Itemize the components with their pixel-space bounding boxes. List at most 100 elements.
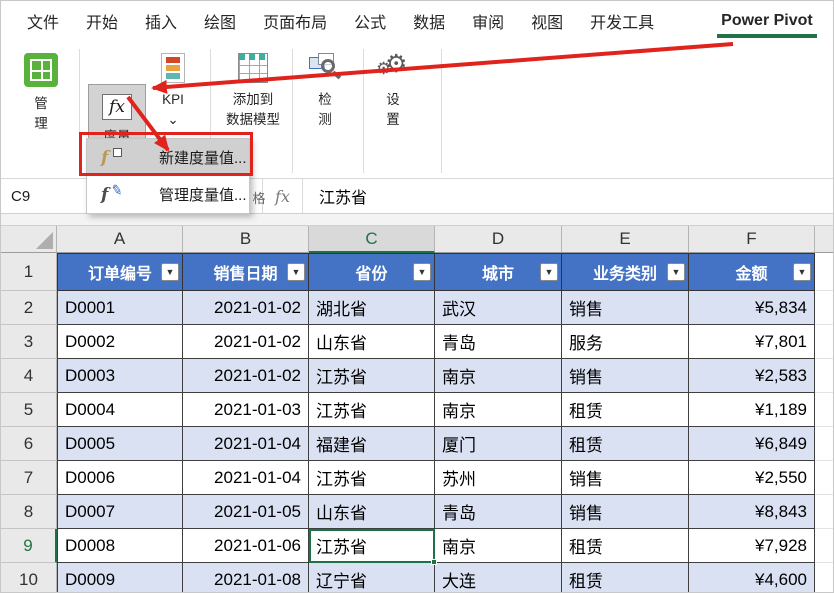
cell-E4[interactable]: 销售 <box>562 359 689 393</box>
tab-data[interactable]: 数据 <box>401 1 457 41</box>
cell-E6[interactable]: 租赁 <box>562 427 689 461</box>
cell-B5[interactable]: 2021-01-03 <box>183 393 309 427</box>
row-header-5[interactable]: 5 <box>1 393 57 427</box>
tab-insert[interactable]: 插入 <box>133 1 189 41</box>
row-header-10[interactable]: 10 <box>1 563 57 592</box>
cell-B2[interactable]: 2021-01-02 <box>183 291 309 325</box>
cell-B6[interactable]: 2021-01-04 <box>183 427 309 461</box>
cell-A5[interactable]: D0004 <box>57 393 183 427</box>
cell-F8[interactable]: ¥8,843 <box>689 495 815 529</box>
row-header-1[interactable]: 1 <box>1 253 57 291</box>
row-partial-cell <box>815 529 833 563</box>
cell-E8[interactable]: 销售 <box>562 495 689 529</box>
filter-button-F[interactable]: ▼ <box>793 263 811 281</box>
tab-power-pivot[interactable]: Power Pivot <box>709 1 825 41</box>
col-header-A[interactable]: A <box>57 226 183 253</box>
row-header-6[interactable]: 6 <box>1 427 57 461</box>
cell-F9[interactable]: ¥7,928 <box>689 529 815 563</box>
cell-F7[interactable]: ¥2,550 <box>689 461 815 495</box>
header-cell-E: 业务类别 ▼ <box>562 253 689 291</box>
cell-C7[interactable]: 江苏省 <box>309 461 435 495</box>
row-header-3[interactable]: 3 <box>1 325 57 359</box>
cell-C9[interactable]: 江苏省 <box>309 529 437 565</box>
cell-C3[interactable]: 山东省 <box>309 325 435 359</box>
cell-B10[interactable]: 2021-01-08 <box>183 563 309 592</box>
cell-F2[interactable]: ¥5,834 <box>689 291 815 325</box>
cell-B3[interactable]: 2021-01-02 <box>183 325 309 359</box>
cell-D10[interactable]: 大连 <box>435 563 562 592</box>
filter-button-E[interactable]: ▼ <box>667 263 685 281</box>
cell-E9[interactable]: 租赁 <box>562 529 689 563</box>
cell-C8[interactable]: 山东省 <box>309 495 435 529</box>
cell-A3[interactable]: D0002 <box>57 325 183 359</box>
cell-E3[interactable]: 服务 <box>562 325 689 359</box>
cell-A4[interactable]: D0003 <box>57 359 183 393</box>
col-header-E[interactable]: E <box>562 226 689 253</box>
tab-draw[interactable]: 绘图 <box>192 1 248 41</box>
table-row-2: 2 D0001 2021-01-02 湖北省 武汉 销售 ¥5,834 <box>1 291 833 325</box>
cell-D9[interactable]: 南京 <box>435 529 562 563</box>
tab-formulas[interactable]: 公式 <box>342 1 398 41</box>
col-header-partial <box>815 226 833 253</box>
cell-C4[interactable]: 江苏省 <box>309 359 435 393</box>
cell-D7[interactable]: 苏州 <box>435 461 562 495</box>
cell-C5[interactable]: 江苏省 <box>309 393 435 427</box>
cell-C6[interactable]: 福建省 <box>309 427 435 461</box>
cell-E5[interactable]: 租赁 <box>562 393 689 427</box>
row-header-4[interactable]: 4 <box>1 359 57 393</box>
cell-D3[interactable]: 青岛 <box>435 325 562 359</box>
cell-F10[interactable]: ¥4,600 <box>689 563 815 592</box>
cell-F6[interactable]: ¥6,849 <box>689 427 815 461</box>
row-header-8[interactable]: 8 <box>1 495 57 529</box>
menu-item-manage-measures[interactable]: f ✎ 管理度量值... <box>87 176 249 213</box>
cell-D2[interactable]: 武汉 <box>435 291 562 325</box>
tab-view[interactable]: 视图 <box>519 1 575 41</box>
cell-F4[interactable]: ¥2,583 <box>689 359 815 393</box>
cell-D4[interactable]: 南京 <box>435 359 562 393</box>
cell-B9[interactable]: 2021-01-06 <box>183 529 309 563</box>
cell-D8[interactable]: 青岛 <box>435 495 562 529</box>
row-header-7[interactable]: 7 <box>1 461 57 495</box>
select-all-corner[interactable] <box>1 226 57 253</box>
tab-developer[interactable]: 开发工具 <box>578 1 666 41</box>
excel-window: 文件 开始 插入 绘图 页面布局 公式 数据 审阅 视图 开发工具 Power Pivot 管理 f… <box>0 0 834 593</box>
detect-button[interactable]: 检测 <box>297 46 353 179</box>
tab-review[interactable]: 审阅 <box>460 1 516 41</box>
cell-B8[interactable]: 2021-01-05 <box>183 495 309 529</box>
filter-button-B[interactable]: ▼ <box>287 263 305 281</box>
cell-E2[interactable]: 销售 <box>562 291 689 325</box>
cell-B7[interactable]: 2021-01-04 <box>183 461 309 495</box>
row-header-9[interactable]: 9 <box>1 529 57 563</box>
col-header-F[interactable]: F <box>689 226 815 253</box>
cell-C2[interactable]: 湖北省 <box>309 291 435 325</box>
cell-A8[interactable]: D0007 <box>57 495 183 529</box>
cell-F3[interactable]: ¥7,801 <box>689 325 815 359</box>
cell-A6[interactable]: D0005 <box>57 427 183 461</box>
cell-F5[interactable]: ¥1,189 <box>689 393 815 427</box>
cell-D6[interactable]: 厦门 <box>435 427 562 461</box>
cell-A2[interactable]: D0001 <box>57 291 183 325</box>
formula-input[interactable]: 江苏省 <box>303 179 833 213</box>
selection-fill-handle[interactable] <box>431 559 437 565</box>
cell-E10[interactable]: 租赁 <box>562 563 689 592</box>
filter-button-A[interactable]: ▼ <box>161 263 179 281</box>
settings-button[interactable]: ⚙ ⚙ 设置 <box>367 46 419 179</box>
cell-E7[interactable]: 销售 <box>562 461 689 495</box>
filter-button-D[interactable]: ▼ <box>540 263 558 281</box>
cell-A7[interactable]: D0006 <box>57 461 183 495</box>
tab-home[interactable]: 开始 <box>74 1 130 41</box>
tab-file[interactable]: 文件 <box>15 1 71 41</box>
tab-page-layout[interactable]: 页面布局 <box>251 1 339 41</box>
col-header-B[interactable]: B <box>183 226 309 253</box>
cell-D5[interactable]: 南京 <box>435 393 562 427</box>
manage-data-model-button[interactable]: 管理 <box>9 46 73 179</box>
cell-B4[interactable]: 2021-01-02 <box>183 359 309 393</box>
cell-C10[interactable]: 辽宁省 <box>309 563 435 592</box>
col-header-C[interactable]: C <box>309 226 435 253</box>
col-header-D[interactable]: D <box>435 226 562 253</box>
row-header-2[interactable]: 2 <box>1 291 57 325</box>
cell-A9[interactable]: D0008 <box>57 529 183 563</box>
filter-button-C[interactable]: ▼ <box>413 263 431 281</box>
cell-A10[interactable]: D0009 <box>57 563 183 592</box>
insert-function-icon[interactable]: fx <box>263 179 303 213</box>
